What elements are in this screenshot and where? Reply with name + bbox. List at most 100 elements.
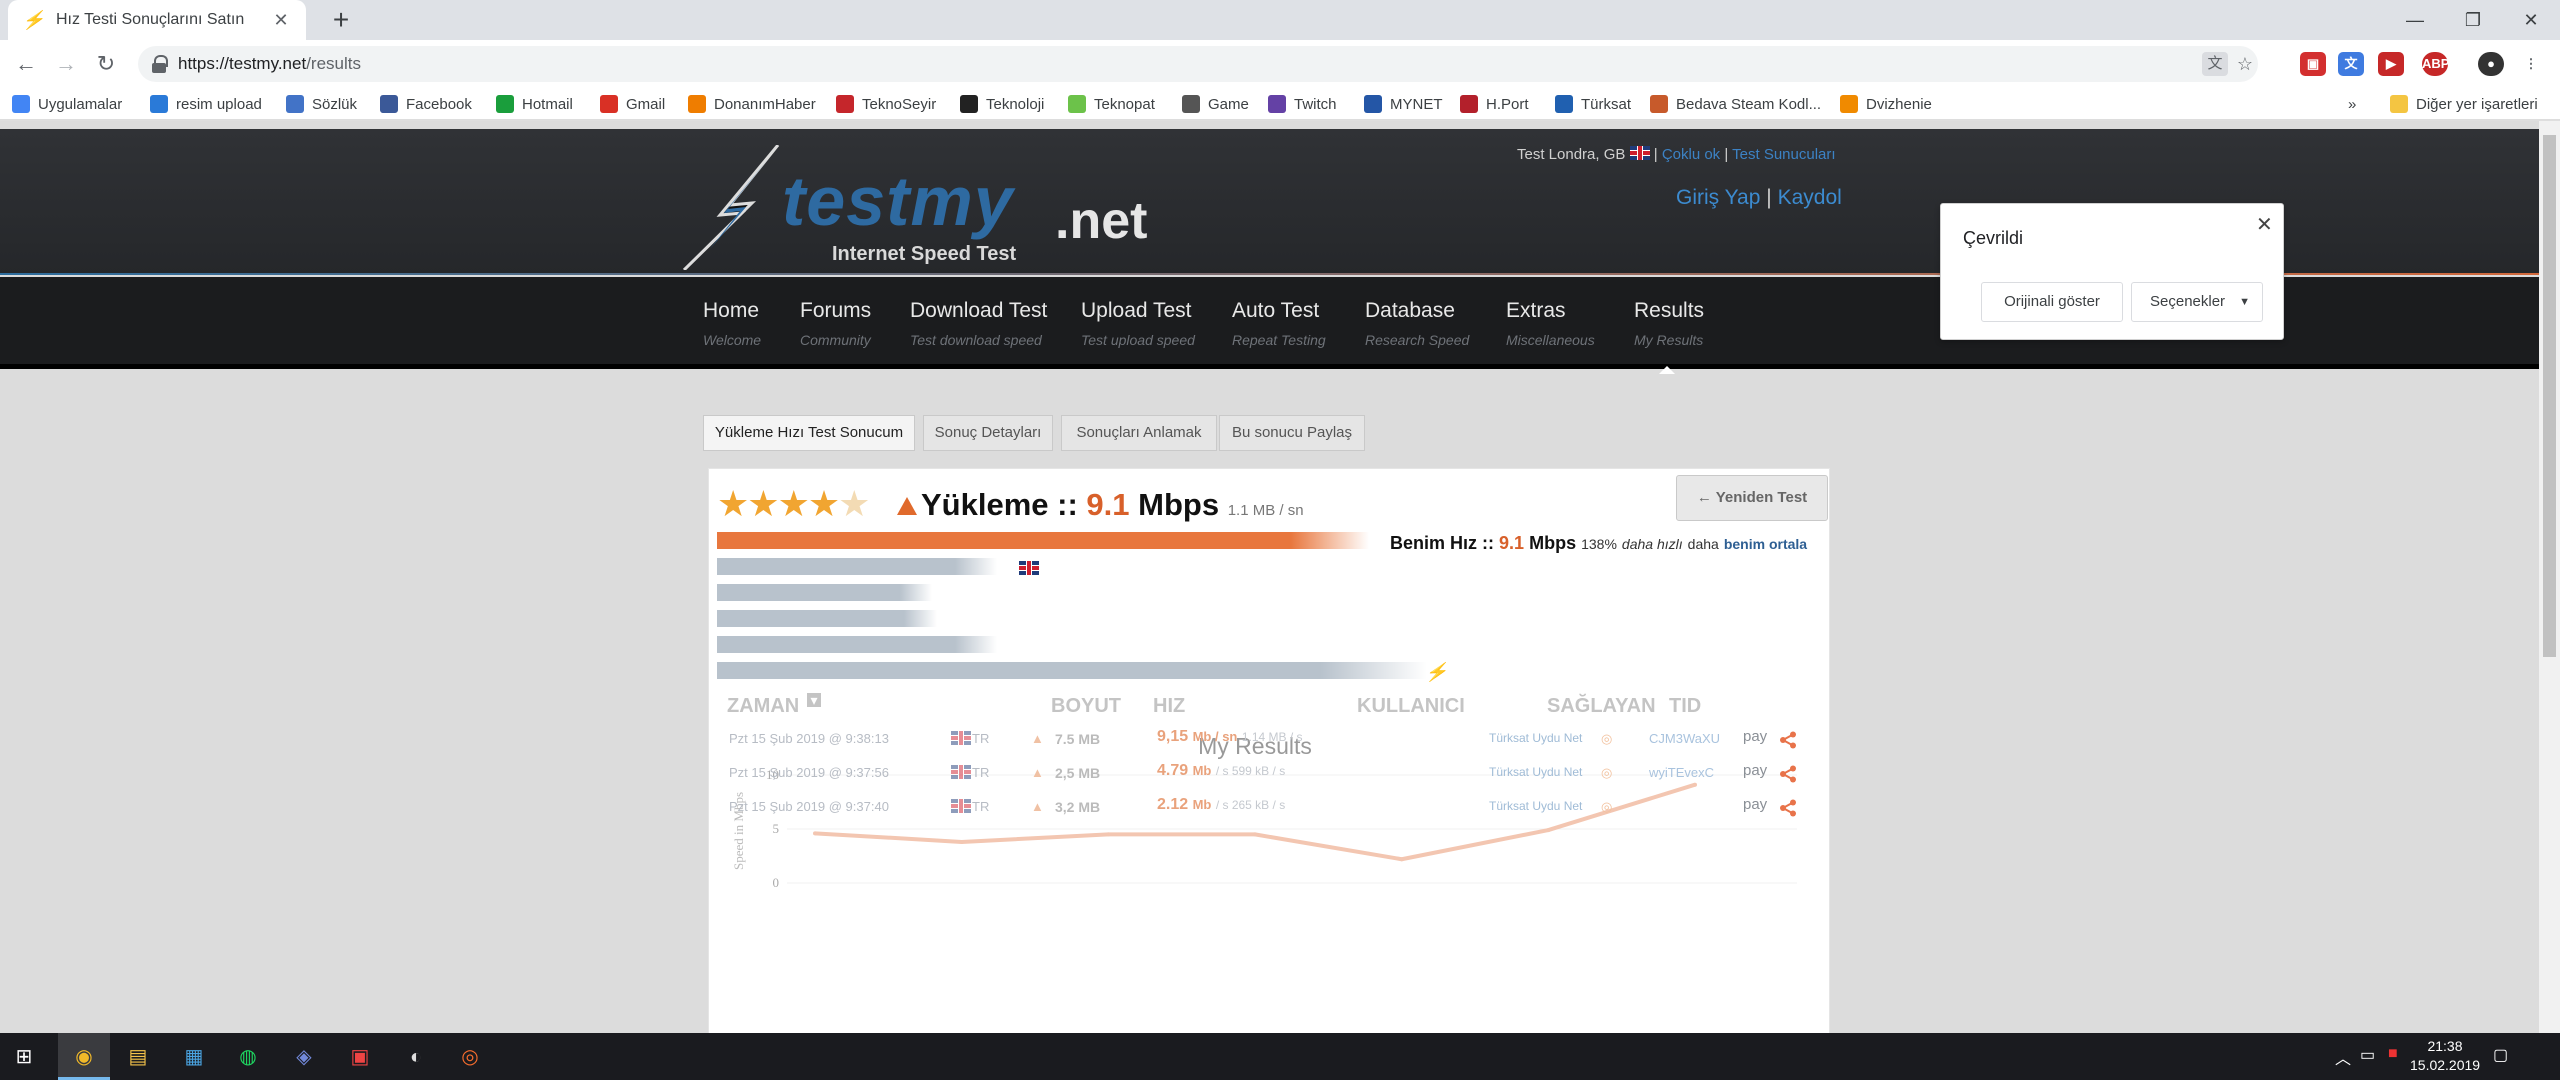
data-point[interactable] <box>813 831 817 836</box>
data-point[interactable] <box>959 839 964 844</box>
voicemeeter-icon[interactable]: ▣ <box>342 1039 378 1075</box>
other-bookmarks[interactable]: Diğer yer işaretleri <box>2390 93 2538 115</box>
auth-links: Giriş Yap | Kaydol <box>1676 186 1842 210</box>
bookmark-facebook[interactable]: Facebook <box>380 93 472 115</box>
bookmark-dvizhenie[interactable]: Dvizhenie <box>1840 93 1932 115</box>
forward-arrow-icon[interactable]: → <box>50 48 82 80</box>
show-original-button[interactable]: Orijinali göster <box>1981 282 2123 322</box>
bookmark-s-zl-k[interactable]: Sözlük <box>286 93 357 115</box>
bookmark-bedava-steam-kodl-[interactable]: Bedava Steam Kodl... <box>1650 93 1821 115</box>
bookmark-t-rksat[interactable]: Türksat <box>1555 93 1631 115</box>
nav-auto-test[interactable]: Auto Test Repeat Testing <box>1232 299 1326 348</box>
bookmarks-overflow-icon[interactable]: » <box>2348 93 2356 115</box>
table-row[interactable]: Pzt 15 Şub 2019 @ 9:37:56 TR 2,5 MB Türksat… <box>709 759 1829 789</box>
table-row[interactable]: Pzt 15 Şub 2019 @ 9:37:40 TR 3,2 MB Türksat… <box>709 793 1829 823</box>
row-tid[interactable]: CJM3WaXU <box>1649 731 1720 746</box>
nav-upload-test[interactable]: Upload Test Test upload speed <box>1081 299 1195 348</box>
chrome-icon[interactable]: ◉ <box>66 1039 102 1075</box>
bookmark-teknoloji[interactable]: Teknoloji <box>960 93 1044 115</box>
testmy-logo[interactable]: testmy .net Internet Speed Test <box>680 145 1160 270</box>
row-tid[interactable]: wyiTEvexC <box>1649 765 1714 780</box>
translate-icon[interactable]: 文 <box>2202 52 2228 76</box>
close-window-icon[interactable]: ✕ <box>2502 0 2560 40</box>
origin-icon[interactable]: ◎ <box>452 1039 488 1075</box>
multi-thread-link[interactable]: Çoklu ok <box>1662 146 1720 163</box>
bookmark-game[interactable]: Game <box>1182 93 1249 115</box>
bookmark-hotmail[interactable]: Hotmail <box>496 93 573 115</box>
nav-database[interactable]: Database Research Speed <box>1365 299 1469 348</box>
table-row[interactable]: Pzt 15 Şub 2019 @ 9:38:13 TR 7.5 MB Türksat… <box>709 725 1829 755</box>
close-tab-icon[interactable]: ✕ <box>270 10 292 31</box>
result-tab-3[interactable]: Sonuçları Anlamak <box>1061 415 1217 451</box>
steam-icon[interactable]: ◐ <box>398 1039 434 1075</box>
network-icon[interactable]: ▭ <box>2360 1045 2375 1065</box>
result-tab-1[interactable]: Yükleme Hızı Test Sonucum <box>703 415 915 451</box>
retest-button[interactable]: ← Yeniden Test <box>1676 475 1828 521</box>
nav-extras[interactable]: Extras Miscellaneous <box>1506 299 1595 348</box>
file-explorer-icon[interactable]: ▤ <box>120 1039 156 1075</box>
bookmark-uygulamalar[interactable]: Uygulamalar <box>12 93 122 115</box>
bookmark-h-port[interactable]: H.Port <box>1460 93 1529 115</box>
row-pay-link[interactable]: pay <box>1743 728 1767 745</box>
close-popup-icon[interactable]: ✕ <box>2256 212 2273 237</box>
start-icon[interactable]: ⊞ <box>6 1039 42 1075</box>
row-isp: Türksat Uydu Net <box>1489 799 1583 813</box>
login-link[interactable]: Giriş Yap <box>1676 186 1760 209</box>
store-icon[interactable]: ▦ <box>176 1039 212 1075</box>
translate-options-button[interactable]: Seçenekler ▼ <box>2131 282 2263 322</box>
bookmark-label: Teknoloji <box>986 95 1045 113</box>
page-scrollbar[interactable] <box>2539 121 2560 1033</box>
notifications-icon[interactable]: ▢ <box>2493 1045 2508 1065</box>
bookmark-mynet[interactable]: MYNET <box>1364 93 1443 115</box>
nav-forums[interactable]: Forums Community <box>800 299 871 348</box>
discord-icon[interactable]: ◈ <box>286 1039 322 1075</box>
browser-tab[interactable]: ⚡ Hız Testi Sonuçlarını Satın ✕ <box>8 0 306 40</box>
share-icon[interactable] <box>1779 765 1797 783</box>
nav-results[interactable]: Results My Results <box>1634 299 1704 348</box>
result-tab-2[interactable]: Sonuç Detayları <box>923 415 1053 451</box>
row-pay-link[interactable]: pay <box>1743 796 1767 813</box>
sort-icon[interactable]: ▾ <box>807 693 821 707</box>
share-icon[interactable] <box>1779 731 1797 749</box>
menu-dots-icon[interactable]: ⋮ <box>2518 52 2544 76</box>
video-ext-icon[interactable]: ▶ <box>2378 52 2404 76</box>
row-pay-link[interactable]: pay <box>1743 762 1767 779</box>
data-point[interactable] <box>1546 828 1551 833</box>
extension-red-icon[interactable]: ▣ <box>2300 52 2326 76</box>
bookmark-teknoseyir[interactable]: TeknoSeyir <box>836 93 936 115</box>
tray-chevron-icon[interactable]: ︿ <box>2335 1045 2351 1069</box>
result-tab-4[interactable]: Bu sonucu Paylaş <box>1219 415 1365 451</box>
test-servers-link[interactable]: Test Sunucuları <box>1732 146 1835 163</box>
data-point[interactable] <box>1106 832 1111 837</box>
google-translate-ext-icon[interactable]: 文 <box>2338 52 2364 76</box>
register-link[interactable]: Kaydol <box>1778 186 1842 209</box>
bookmark-teknopat[interactable]: Teknopat <box>1068 93 1155 115</box>
average-link[interactable]: benim ortala <box>1724 536 1807 552</box>
adblock-icon[interactable]: ABP <box>2422 52 2449 76</box>
tray-app-icon[interactable]: ■ <box>2388 1045 2398 1063</box>
system-clock[interactable]: 21:38 15.02.2019 <box>2410 1037 2480 1075</box>
share-icon[interactable] <box>1779 799 1797 817</box>
bookmark-star-icon[interactable]: ☆ <box>2232 52 2258 76</box>
reload-icon[interactable]: ↻ <box>90 48 122 80</box>
new-tab-button[interactable]: + <box>325 4 357 36</box>
profile-avatar[interactable]: ● <box>2478 52 2504 76</box>
nav-title: Database <box>1365 299 1455 322</box>
nav-home[interactable]: Home Welcome <box>703 299 761 348</box>
nav-title: Auto Test <box>1232 299 1320 322</box>
address-bar[interactable]: https://testmy.net/results 文 ☆ <box>138 46 2258 82</box>
spotify-icon[interactable]: ◍ <box>230 1039 266 1075</box>
my-speed-bar <box>717 532 1369 549</box>
url-text[interactable]: https://testmy.net/results <box>178 54 361 74</box>
minimize-icon[interactable]: — <box>2386 0 2444 40</box>
scrollbar-thumb[interactable] <box>2543 135 2556 657</box>
bookmark-twitch[interactable]: Twitch <box>1268 93 1337 115</box>
bookmark-donan-mhaber[interactable]: DonanımHaber <box>688 93 816 115</box>
back-arrow-icon[interactable]: ← <box>10 48 42 80</box>
data-point[interactable] <box>1253 832 1257 837</box>
data-point[interactable] <box>1399 857 1404 862</box>
bookmark-resim-upload[interactable]: resim upload <box>150 93 262 115</box>
nav-download-test[interactable]: Download Test Test download speed <box>910 299 1047 348</box>
restore-icon[interactable]: ❐ <box>2444 0 2502 40</box>
bookmark-gmail[interactable]: Gmail <box>600 93 665 115</box>
